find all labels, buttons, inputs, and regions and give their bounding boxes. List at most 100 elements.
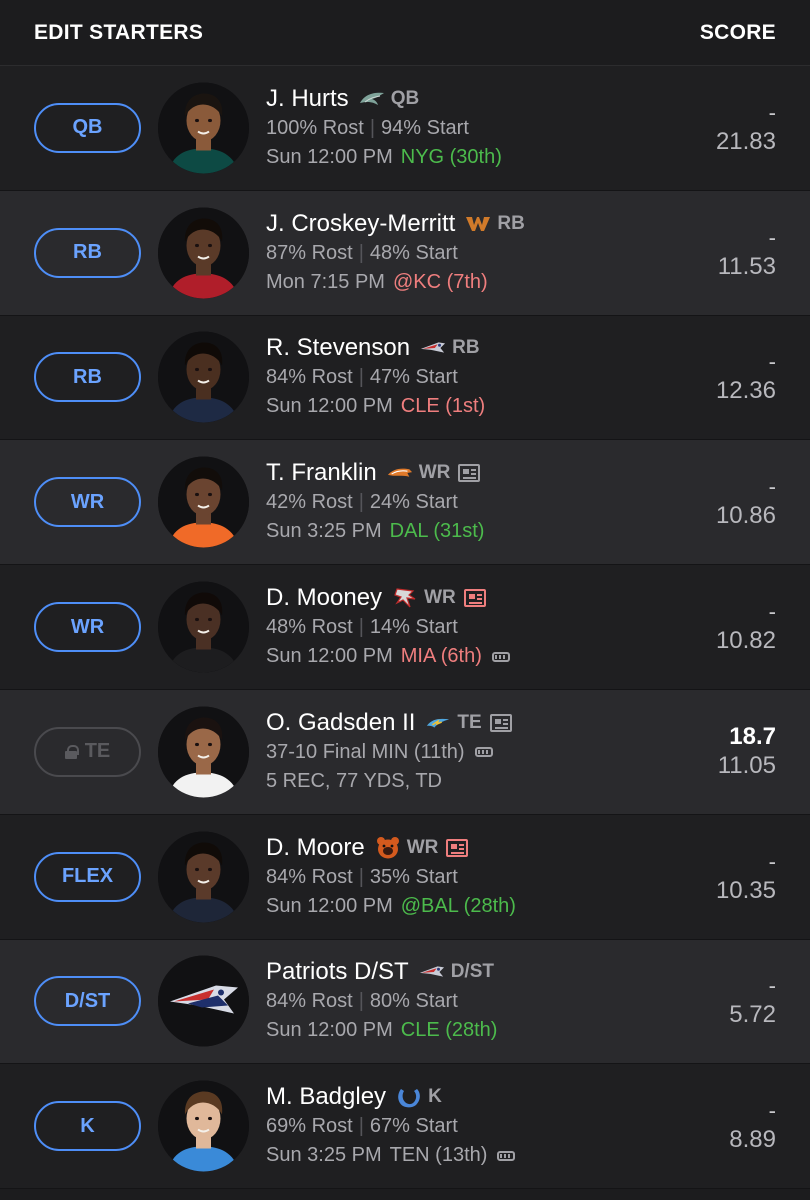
slot-button-qb[interactable]: QB <box>34 102 141 153</box>
chargers-logo-icon <box>425 713 451 733</box>
commanders-logo-icon <box>465 214 491 234</box>
projected-score: 10.82 <box>715 627 776 655</box>
player-name-link[interactable]: M. Badgley <box>266 1083 386 1111</box>
broncos-logo-icon <box>387 463 413 483</box>
score-cell: -10.82 <box>716 598 776 656</box>
projected-score: 12.36 <box>715 377 776 405</box>
falcons-logo-icon <box>392 588 418 608</box>
player-name-link[interactable]: D. Mooney <box>266 584 382 612</box>
roster-percent: 84% Rost <box>266 990 353 1013</box>
news-icon[interactable] <box>458 464 481 483</box>
slot-button-wr[interactable]: WR <box>34 602 141 653</box>
score-cell: 18.7 11.05 <box>718 723 776 781</box>
player-headshot[interactable] <box>158 82 249 174</box>
patriots-logo-icon <box>419 962 445 982</box>
player-headshot[interactable] <box>158 831 249 923</box>
player-name-link[interactable]: J. Croskey-Merritt <box>266 210 455 238</box>
starters-header: EDIT STARTERS SCORE <box>0 0 810 66</box>
game-time: Sun 12:00 PM <box>266 894 393 917</box>
actual-score: - <box>768 599 776 625</box>
player-name-link[interactable]: Patriots D/ST <box>266 958 409 986</box>
player-headshot[interactable] <box>158 1080 249 1172</box>
roster-percent: 42% Rost <box>266 491 353 514</box>
player-name-link[interactable]: J. Hurts <box>266 85 349 113</box>
news-icon[interactable] <box>446 838 469 857</box>
player-position: WR <box>418 462 451 484</box>
opponent-matchup: NYG (30th) <box>400 145 502 168</box>
start-percent: 80% Start <box>369 990 458 1013</box>
player-headshot[interactable] <box>158 207 249 299</box>
news-icon[interactable] <box>489 713 512 732</box>
player-headshot[interactable] <box>158 331 249 423</box>
player-position: RB <box>452 337 480 359</box>
starters-list: QB J. Hurts QB 100% Rost | 94% Start Sun 12:00… <box>0 66 810 1190</box>
patriots-logo-icon <box>420 338 446 358</box>
player-row[interactable]: RB R. Stevenson RB 84% Rost | 47% Start Sun 12… <box>0 315 810 441</box>
player-row[interactable]: RB J. Croskey-Merritt RB 87% Rost | 48% Start… <box>0 190 810 316</box>
actual-score: - <box>768 99 776 125</box>
slot-button-dst[interactable]: D/ST <box>34 976 141 1027</box>
player-info: R. Stevenson RB 84% Rost | 47% Start Sun 12:0… <box>266 333 485 421</box>
divider: | <box>358 366 364 389</box>
player-headshot[interactable] <box>158 456 249 548</box>
projected-score: 10.35 <box>715 876 776 904</box>
player-row[interactable]: D/ST Patriots D/ST D/ST 84% Rost | 80% Start S… <box>0 939 810 1065</box>
divider: | <box>358 616 364 639</box>
slot-button-wr[interactable]: WR <box>34 477 141 528</box>
news-icon[interactable] <box>463 589 486 608</box>
slot-button-rb[interactable]: RB <box>34 352 141 403</box>
game-time: Sun 12:00 PM <box>266 145 393 168</box>
player-headshot[interactable] <box>158 581 249 673</box>
opponent-matchup: MIA (6th) <box>400 645 482 668</box>
player-info: J. Hurts QB 100% Rost | 94% Start Sun 12:00 P… <box>266 84 502 172</box>
game-time: Sun 3:25 PM <box>266 520 382 543</box>
player-position: QB <box>390 87 420 109</box>
stadium-icon <box>491 650 510 664</box>
player-name-link[interactable]: O. Gadsden II <box>266 709 415 737</box>
actual-score: 18.7 <box>729 722 776 750</box>
slot-button-flex[interactable]: FLEX <box>34 851 141 902</box>
projected-score: 21.83 <box>715 127 776 155</box>
lock-icon <box>64 744 79 759</box>
start-percent: 48% Start <box>369 241 458 264</box>
player-row[interactable]: TE O. Gadsden II TE 37-10 Final MIN (11th) 5… <box>0 689 810 815</box>
player-row[interactable]: K M. Badgley K 69% Rost | 67% Start Sun 3:25 P… <box>0 1064 810 1190</box>
player-position: RB <box>497 212 525 234</box>
roster-percent: 69% Rost <box>266 1115 353 1138</box>
player-row[interactable]: QB J. Hurts QB 100% Rost | 94% Start Sun 12:00… <box>0 66 810 191</box>
opponent-matchup: CLE (28th) <box>400 1019 498 1042</box>
player-position: WR <box>406 836 439 858</box>
roster-percent: 100% Rost <box>266 116 364 139</box>
player-row[interactable]: WR T. Franklin WR 42% Rost | 24% Start Sun 3:2… <box>0 440 810 566</box>
divider: | <box>358 241 364 264</box>
score-cell: -10.35 <box>716 848 776 906</box>
actual-score: - <box>768 848 776 874</box>
slot-button-rb[interactable]: RB <box>34 227 141 278</box>
game-time: Sun 3:25 PM <box>266 1144 382 1167</box>
player-info: O. Gadsden II TE 37-10 Final MIN (11th) 5 R… <box>266 708 512 796</box>
projected-score: 10.86 <box>715 502 776 530</box>
slot-label: RB <box>73 365 102 388</box>
player-name-link[interactable]: R. Stevenson <box>266 334 410 362</box>
slot-label: K <box>80 1114 95 1137</box>
slot-label: QB <box>72 116 103 139</box>
game-time: Sun 12:00 PM <box>266 1019 393 1042</box>
divider: | <box>358 990 364 1013</box>
start-percent: 47% Start <box>369 366 458 389</box>
player-name-link[interactable]: T. Franklin <box>266 459 377 487</box>
player-name-link[interactable]: D. Moore <box>266 834 365 862</box>
player-headshot[interactable] <box>158 706 249 798</box>
bears-logo-icon <box>375 836 401 859</box>
player-info: Patriots D/ST D/ST 84% Rost | 80% Start Sun 1… <box>266 957 497 1045</box>
player-row[interactable]: WR D. Mooney WR 48% Rost | 14% Start Sun 12:00… <box>0 565 810 690</box>
player-headshot[interactable] <box>158 955 249 1047</box>
divider: | <box>358 1115 364 1138</box>
score-cell: -10.86 <box>716 473 776 531</box>
opponent-matchup: @KC (7th) <box>392 270 488 293</box>
divider: | <box>369 116 376 139</box>
slot-button-k[interactable]: K <box>34 1101 141 1152</box>
game-result: 37-10 Final MIN (11th) <box>266 740 465 763</box>
player-position: K <box>428 1086 442 1108</box>
player-row[interactable]: FLEX D. Moore WR 84% Rost | 35% Start Sun 12:0… <box>0 814 810 940</box>
slot-label: D/ST <box>64 989 111 1012</box>
